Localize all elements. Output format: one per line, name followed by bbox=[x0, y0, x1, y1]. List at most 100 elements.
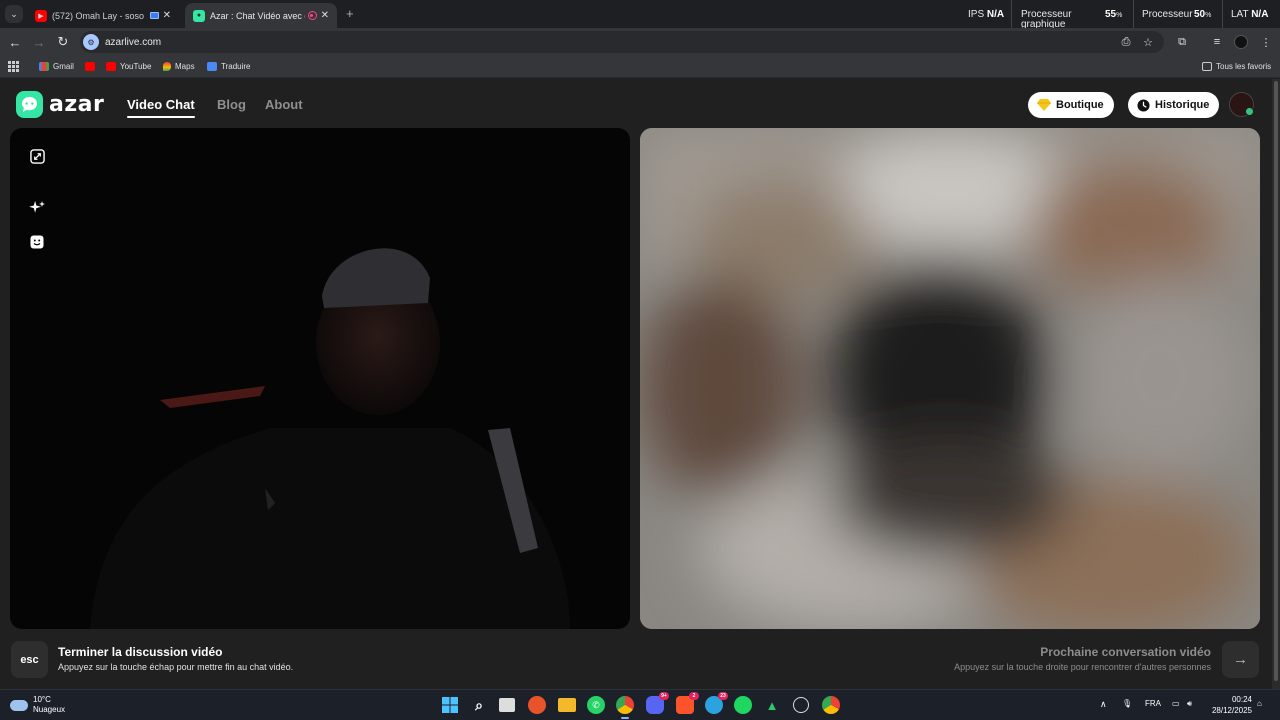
task-view-icon[interactable] bbox=[499, 698, 515, 712]
tab-title: Azar : Chat Vidéo avec de n bbox=[210, 10, 305, 21]
microphone-icon[interactable]: 🎙︎ bbox=[1122, 699, 1132, 708]
system-clock[interactable]: 00:24 28/12/2025 bbox=[1210, 694, 1252, 716]
shop-button[interactable]: Boutique bbox=[1028, 92, 1114, 118]
nav-video-chat[interactable]: Video Chat bbox=[127, 97, 195, 118]
windows-start-icon[interactable] bbox=[441, 696, 459, 714]
reload-icon[interactable]: ↻ bbox=[55, 34, 71, 50]
effects-sparkle-icon[interactable] bbox=[29, 200, 45, 216]
spotify-icon[interactable] bbox=[734, 696, 752, 714]
notification-icon[interactable]: ⌂ bbox=[1257, 699, 1262, 708]
install-app-icon[interactable]: ⎙ bbox=[1118, 34, 1134, 50]
tab-azar[interactable]: ● Azar : Chat Vidéo avec de n ✕ bbox=[185, 3, 337, 28]
tab-title: (572) Omah Lay - soso (Offi bbox=[52, 10, 147, 21]
whatsapp-icon[interactable]: ✆ bbox=[587, 696, 605, 714]
folder-icon bbox=[1202, 62, 1212, 71]
perf-divider bbox=[1133, 0, 1134, 28]
close-tab-icon[interactable]: ✕ bbox=[321, 10, 329, 21]
youtube-icon bbox=[85, 62, 95, 71]
new-tab-button[interactable]: + bbox=[346, 6, 354, 21]
weather-temperature: 10°C bbox=[33, 695, 51, 704]
end-chat-subtitle: Appuyez sur la touche échap pour mettre … bbox=[58, 662, 294, 672]
bookmarks-bar: Gmail YouTube Maps Traduire Tous les fav… bbox=[0, 56, 1280, 78]
game-app-icon[interactable] bbox=[528, 696, 546, 714]
bookmark-translate[interactable]: Traduire bbox=[207, 60, 251, 73]
url-text: azarlive.com bbox=[105, 36, 162, 48]
perf-cpu-value: 50% bbox=[1194, 9, 1212, 20]
all-bookmarks-folder[interactable]: Tous les favoris bbox=[1202, 60, 1271, 73]
translate-icon bbox=[207, 62, 217, 71]
perf-ips: IPS N/A bbox=[968, 9, 1005, 20]
file-explorer-icon[interactable] bbox=[558, 698, 576, 712]
browser-toolbar: ← → ↻ ⚙ azarlive.com ⎙ ☆ ⧉ ≡ ⋮ bbox=[0, 28, 1280, 56]
brave-icon[interactable]: 2 bbox=[676, 692, 699, 714]
stream-app-icon[interactable]: ▲ bbox=[763, 696, 781, 714]
face-filter-icon[interactable] bbox=[29, 234, 45, 250]
address-bar[interactable]: ⚙ azarlive.com bbox=[80, 31, 1164, 53]
end-chat-title[interactable]: Terminer la discussion vidéo bbox=[58, 645, 223, 659]
cloud-icon bbox=[10, 699, 28, 711]
tab-cast-indicator-icon bbox=[149, 12, 159, 19]
youtube-icon bbox=[106, 62, 116, 71]
media-control-icon[interactable]: ≡ bbox=[1209, 34, 1225, 50]
more-menu-icon[interactable]: ⋮ bbox=[1258, 34, 1274, 50]
profile-avatar[interactable] bbox=[1234, 35, 1248, 49]
azar-logo-icon bbox=[16, 91, 43, 118]
windows-taskbar: 10°C Nuageux ⌕ ✆ 9+ 2 23 ▲ ∧ 🎙︎ FRA ▭ 🔊︎… bbox=[0, 689, 1280, 720]
network-icon[interactable]: ▭ bbox=[1172, 699, 1180, 708]
browser-tab-bar: ⌄ ▶ (572) Omah Lay - soso (Offi ✕ ● Azar… bbox=[0, 0, 1280, 30]
next-arrow-icon[interactable]: → bbox=[1222, 641, 1259, 678]
bookmark-youtube-icon-only[interactable] bbox=[85, 60, 99, 73]
tray-overflow-icon[interactable]: ∧ bbox=[1100, 699, 1107, 710]
clock-icon bbox=[1137, 98, 1150, 112]
volume-icon[interactable]: 🔊︎ bbox=[1187, 699, 1192, 709]
perf-gpu-label: Processeur graphique bbox=[1021, 9, 1072, 30]
site-info-icon[interactable]: ⚙ bbox=[83, 34, 99, 50]
self-video-panel bbox=[10, 128, 630, 629]
clock-date: 28/12/2025 bbox=[1211, 706, 1252, 715]
nav-blog[interactable]: Blog bbox=[217, 97, 246, 112]
weather-condition: Nuageux bbox=[33, 705, 66, 714]
perf-cpu: Processeur bbox=[1142, 9, 1193, 20]
bookmark-maps[interactable]: Maps bbox=[163, 60, 195, 73]
chrome-profile-icon[interactable] bbox=[822, 696, 840, 714]
nav-about[interactable]: About bbox=[265, 97, 303, 112]
discord-icon[interactable]: 9+ bbox=[646, 692, 669, 714]
expand-icon[interactable] bbox=[29, 148, 45, 164]
chrome-icon[interactable] bbox=[616, 696, 634, 714]
forward-arrow-icon[interactable]: → bbox=[31, 34, 47, 50]
bookmark-youtube[interactable]: YouTube bbox=[106, 60, 151, 73]
gem-icon bbox=[1037, 99, 1051, 111]
partner-video-panel bbox=[640, 128, 1260, 629]
weather-widget[interactable]: 10°C Nuageux bbox=[10, 695, 65, 715]
apps-grid-icon[interactable] bbox=[8, 61, 19, 72]
active-app-indicator bbox=[621, 717, 629, 719]
tab-youtube[interactable]: ▶ (572) Omah Lay - soso (Offi ✕ bbox=[27, 3, 179, 28]
shop-label: Boutique bbox=[1056, 99, 1104, 111]
tab-search-button[interactable]: ⌄ bbox=[5, 5, 23, 23]
telegram-badge: 23 bbox=[718, 692, 728, 700]
perf-gpu-value: 55% bbox=[1105, 9, 1123, 20]
bookmark-star-icon[interactable]: ☆ bbox=[1140, 34, 1156, 50]
extensions-icon[interactable]: ⧉ bbox=[1174, 34, 1190, 50]
history-label: Historique bbox=[1155, 99, 1210, 111]
telegram-icon[interactable]: 23 bbox=[705, 692, 728, 714]
partner-camera-feed-blurred bbox=[640, 128, 1260, 629]
perf-divider bbox=[1011, 0, 1012, 28]
clock-app-icon[interactable] bbox=[793, 697, 809, 713]
bookmark-gmail[interactable]: Gmail bbox=[39, 60, 74, 73]
history-button[interactable]: Historique bbox=[1128, 92, 1220, 118]
maps-pin-icon bbox=[163, 62, 171, 71]
azar-logo[interactable]: azar bbox=[16, 91, 104, 118]
next-chat-title[interactable]: Prochaine conversation vidéo bbox=[1040, 645, 1211, 659]
recording-indicator-icon bbox=[307, 11, 317, 20]
esc-key-button[interactable]: esc bbox=[11, 641, 48, 678]
bookmark-label: Tous les favoris bbox=[1216, 62, 1272, 71]
search-icon[interactable]: ⌕ bbox=[470, 696, 488, 714]
bookmark-label: YouTube bbox=[120, 62, 152, 71]
brave-badge: 2 bbox=[689, 692, 699, 700]
scrollbar-thumb[interactable] bbox=[1274, 81, 1278, 681]
close-tab-icon[interactable]: ✕ bbox=[163, 10, 171, 21]
back-arrow-icon[interactable]: ← bbox=[7, 34, 23, 50]
language-indicator[interactable]: FRA bbox=[1145, 699, 1161, 708]
page-scrollbar[interactable] bbox=[1272, 79, 1280, 689]
